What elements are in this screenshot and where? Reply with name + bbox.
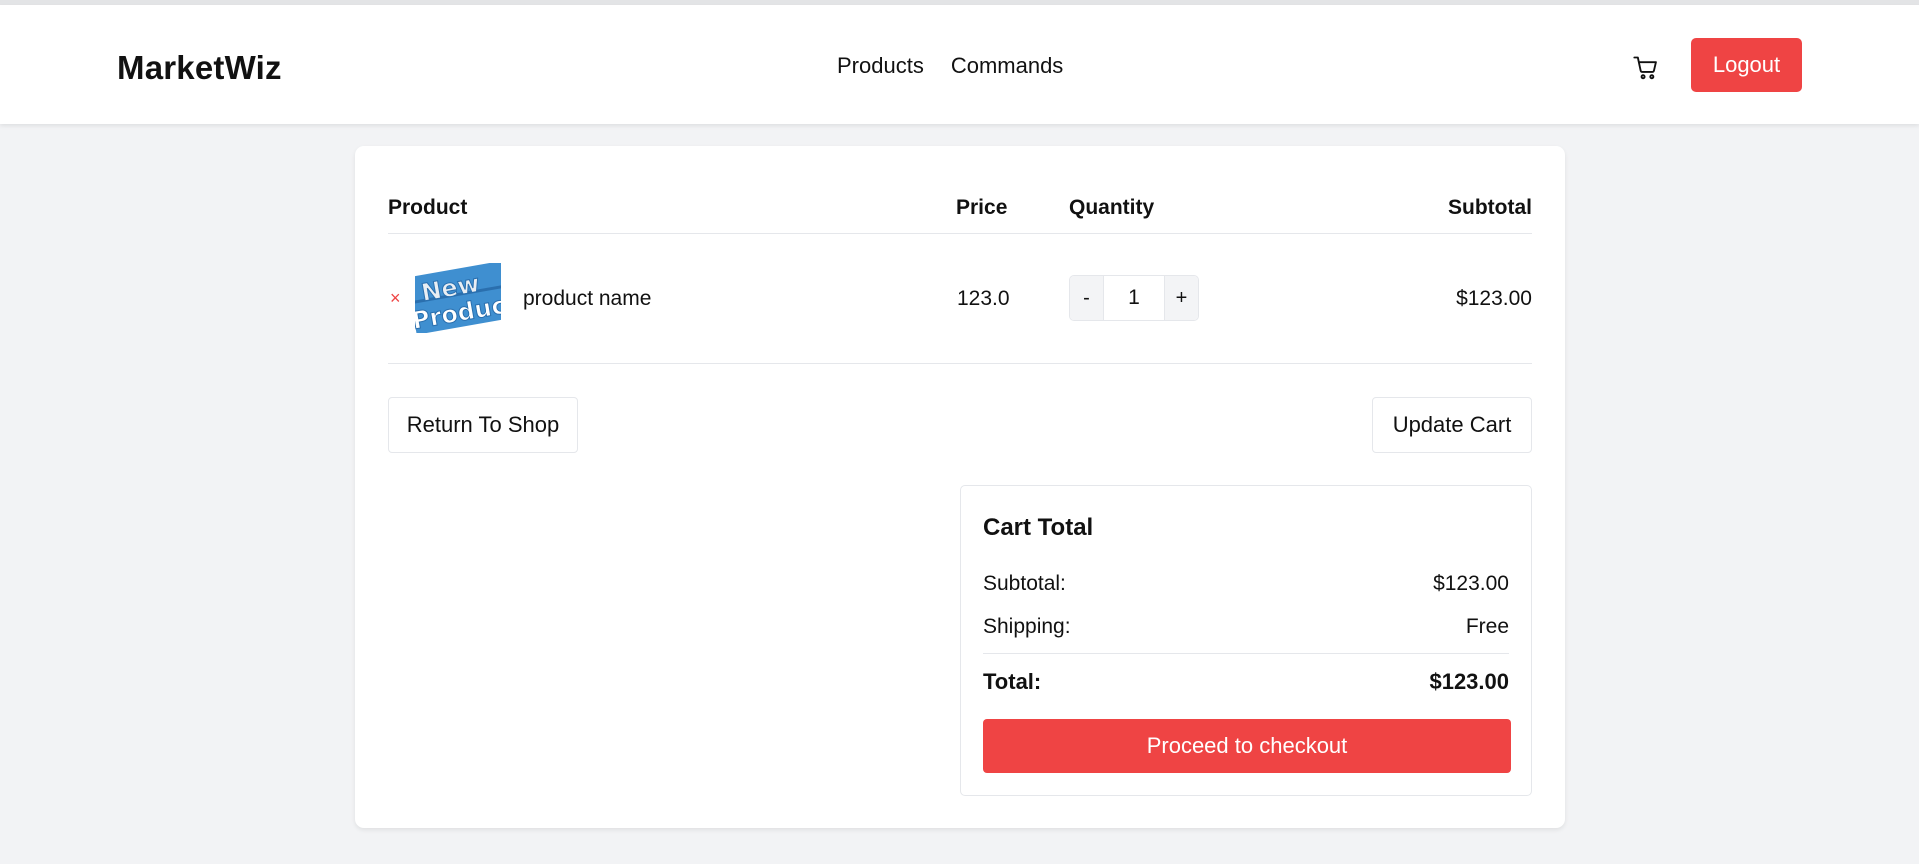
quantity-input[interactable] xyxy=(1103,276,1165,320)
quantity-decrease-button[interactable]: - xyxy=(1070,276,1103,320)
row-subtotal: $123.00 xyxy=(1456,287,1532,310)
header: MarketWiz Products Commands Logout xyxy=(0,5,1919,124)
product-price: 123.0 xyxy=(957,287,1010,310)
cart-icon[interactable] xyxy=(1632,54,1660,82)
product-thumbnail: New Product xyxy=(415,263,501,333)
quantity-increase-button[interactable]: + xyxy=(1165,276,1198,320)
col-header-quantity: Quantity xyxy=(1069,196,1155,219)
nav-products[interactable]: Products xyxy=(837,53,924,79)
remove-item-icon[interactable]: × xyxy=(390,288,401,309)
subtotal-row: Subtotal: $123.00 xyxy=(983,572,1509,596)
cart-total-title: Cart Total xyxy=(983,514,1094,541)
col-header-subtotal: Subtotal xyxy=(1448,196,1532,219)
cart-card: Product Price Quantity Subtotal × New Pr… xyxy=(355,146,1565,828)
logout-button[interactable]: Logout xyxy=(1691,38,1802,92)
proceed-to-checkout-button[interactable]: Proceed to checkout xyxy=(983,719,1511,773)
header-divider xyxy=(388,233,1532,234)
subtotal-value: $123.00 xyxy=(1433,572,1509,595)
total-divider xyxy=(983,653,1509,654)
nav-commands[interactable]: Commands xyxy=(951,53,1063,79)
product-name[interactable]: product name xyxy=(523,287,651,311)
total-value: $123.00 xyxy=(1429,669,1509,694)
cart-total-panel: Cart Total Subtotal: $123.00 Shipping: F… xyxy=(960,485,1532,796)
quantity-stepper: - + xyxy=(1069,275,1199,321)
shipping-value: Free xyxy=(1465,615,1509,638)
main-nav: Products Commands xyxy=(837,53,1063,79)
shipping-row: Shipping: Free xyxy=(983,615,1509,639)
total-row: Total: $123.00 xyxy=(983,669,1509,695)
total-label: Total: xyxy=(983,669,1042,694)
subtotal-label: Subtotal: xyxy=(983,572,1066,595)
shipping-label: Shipping: xyxy=(983,615,1071,638)
update-cart-button[interactable]: Update Cart xyxy=(1372,397,1532,453)
row-divider xyxy=(388,363,1532,364)
return-to-shop-button[interactable]: Return To Shop xyxy=(388,397,578,453)
brand-logo[interactable]: MarketWiz xyxy=(117,49,282,87)
col-header-product: Product xyxy=(388,196,468,219)
col-header-price: Price xyxy=(956,196,1008,219)
